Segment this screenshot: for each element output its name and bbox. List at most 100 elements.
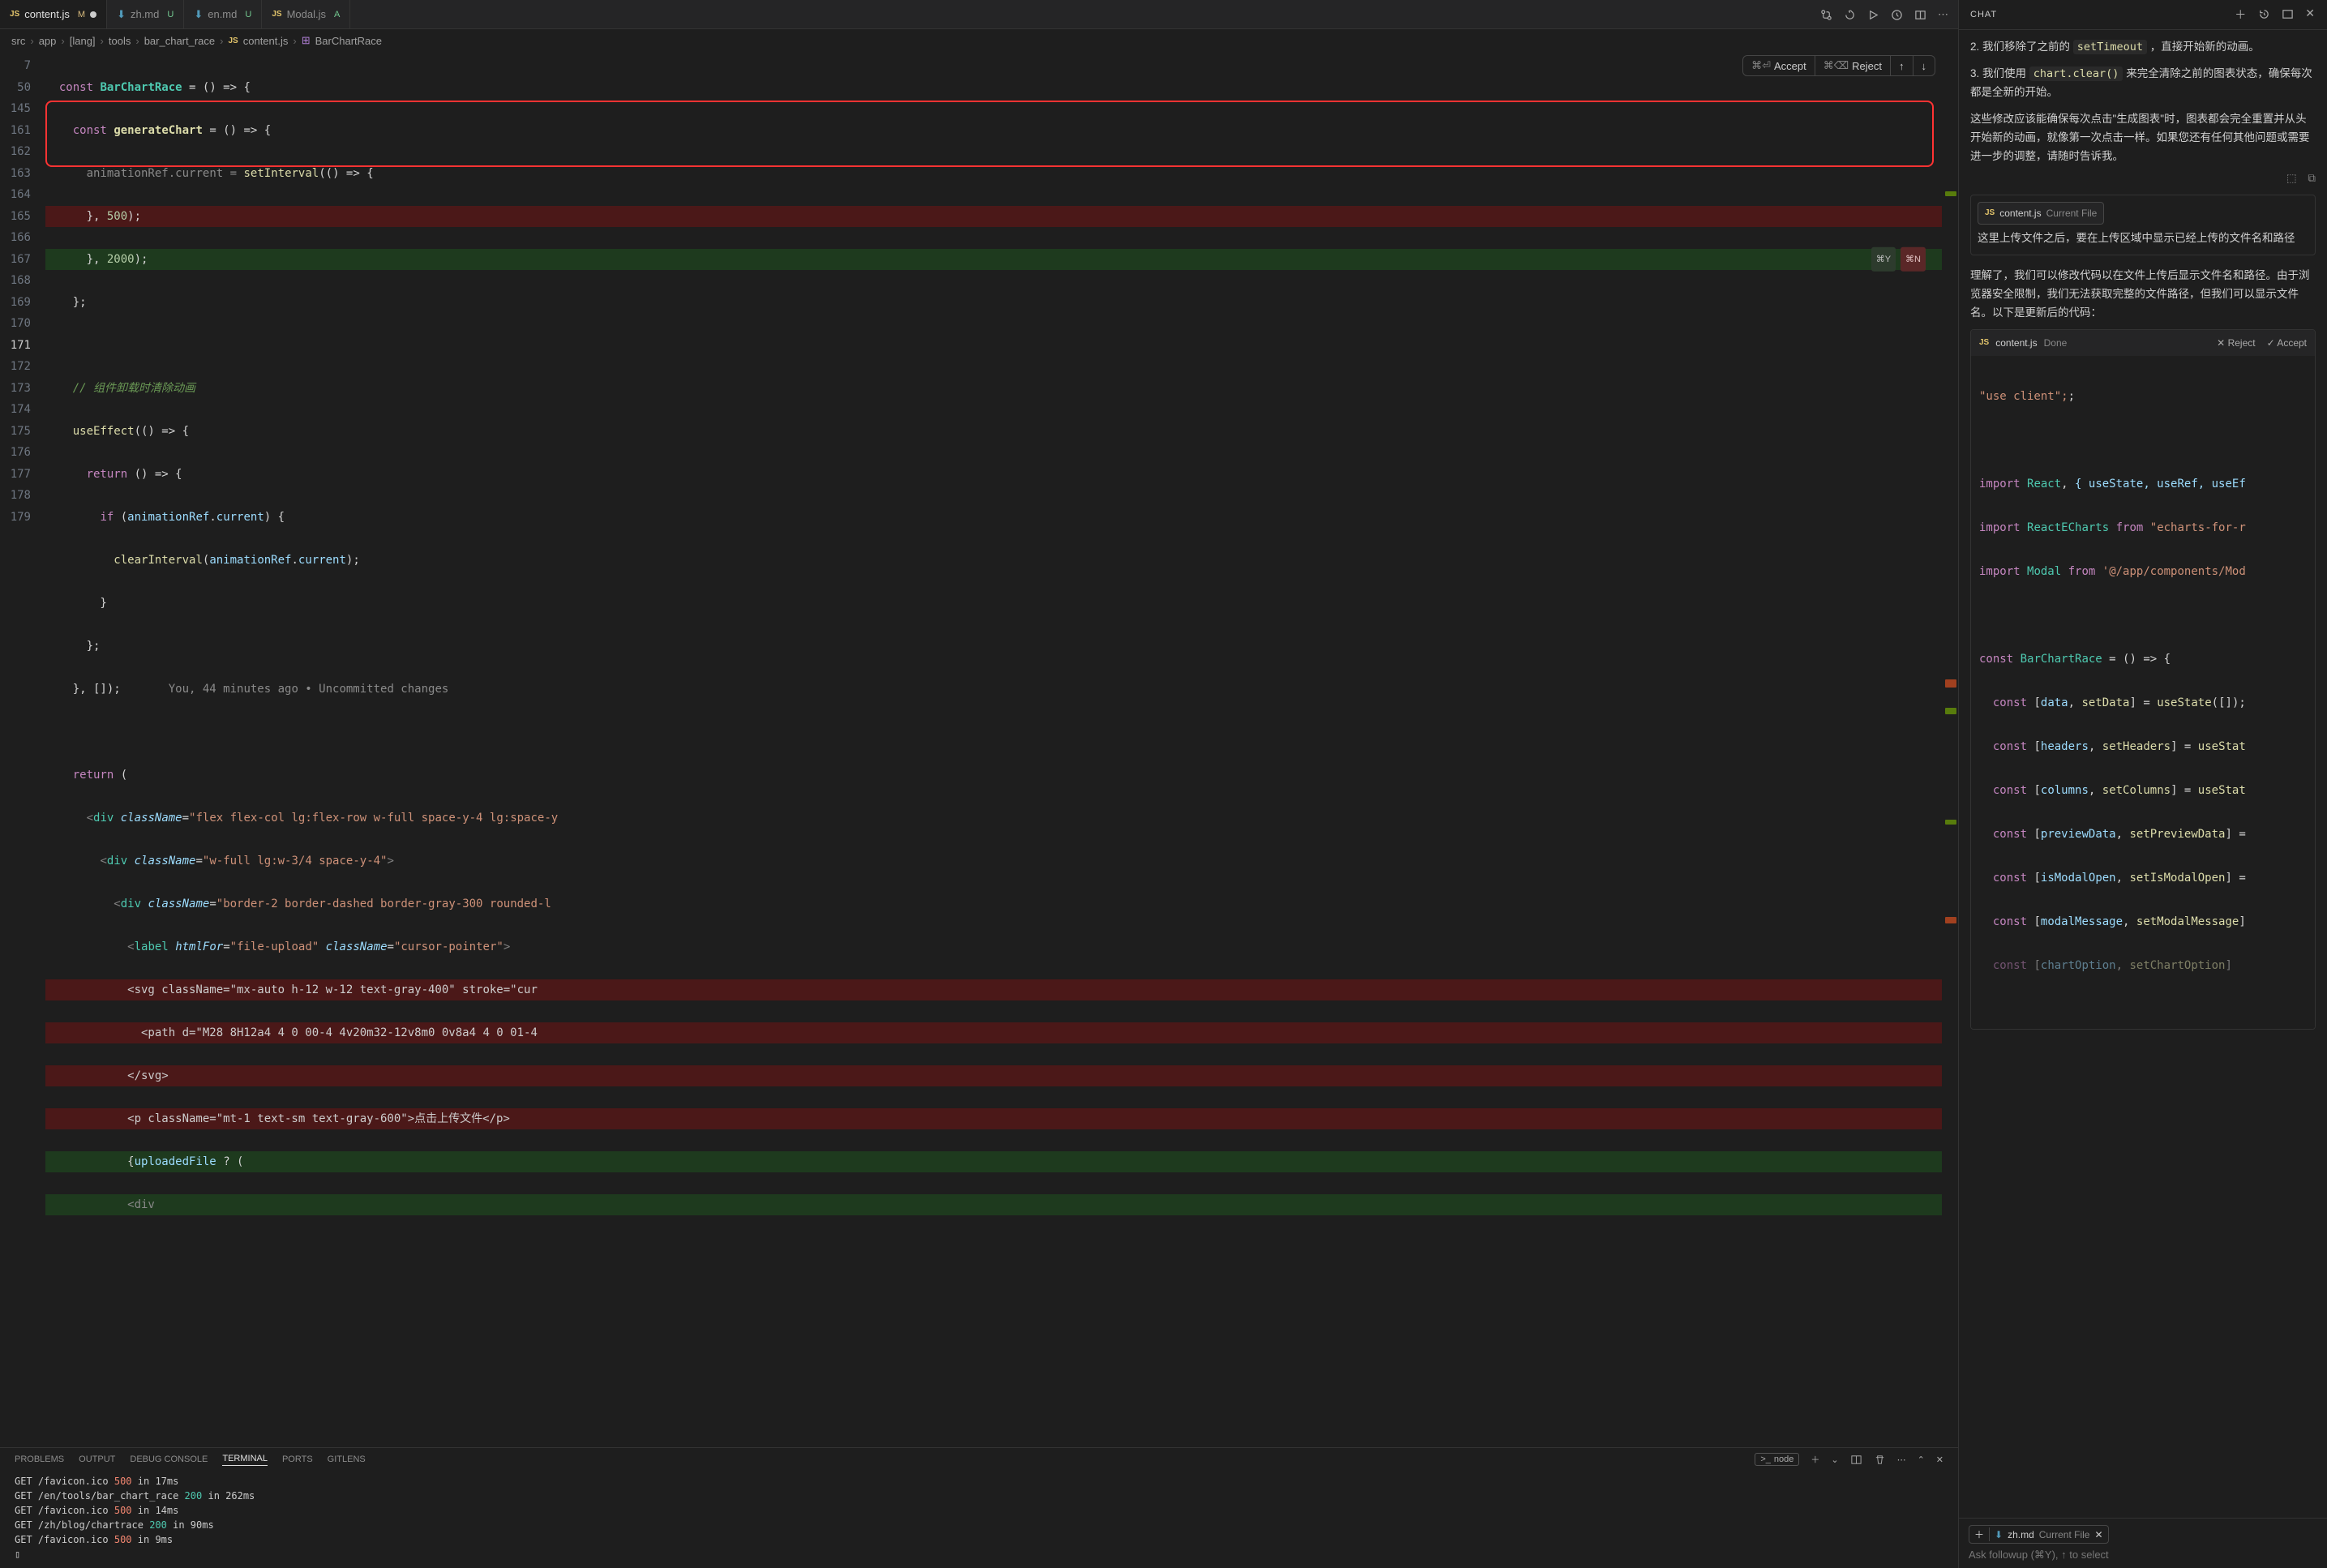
gutter: 750145 161162163164 165166167168 1691701… (0, 52, 45, 1447)
tab-modal-js[interactable]: JS Modal.js A (262, 0, 350, 28)
prev-diff-button[interactable]: ↑ (1890, 56, 1913, 75)
terminal-tab[interactable]: TERMINAL (222, 1454, 268, 1466)
chat-message: 2. 我们移除了之前的 setTimeout ，直接开始新的动画。 (1970, 38, 2316, 57)
tab-status: M (78, 10, 85, 19)
accept-button[interactable]: ⌘⏎Accept (1743, 56, 1815, 75)
crumb[interactable]: BarChartRace (315, 35, 382, 47)
git-blame-hint: You, 44 minutes ago • Uncommitted change… (169, 683, 449, 696)
terminal-cursor: ▯ (15, 1547, 1943, 1562)
chat-input[interactable]: Ask followup (⌘Y), ↑ to select (1969, 1549, 2317, 1562)
codebox-body[interactable]: "use client";; import React, { useState,… (1971, 356, 2315, 1029)
chat-message: 这些修改应该能确保每次点击"生成图表"时，图表都会完全重置并从头开始新的动画，就… (1970, 110, 2316, 166)
accept-button[interactable]: ✓ Accept (2267, 335, 2307, 351)
crumb[interactable]: app (39, 35, 57, 47)
code-suggestion-box: JS content.js Done ✕ Reject ✓ Accept "us… (1970, 329, 2316, 1030)
new-terminal-icon[interactable]: ＋ (1811, 1453, 1819, 1466)
split-terminal-icon[interactable] (1850, 1454, 1862, 1466)
terminal-line: GET /favicon.ico 500 in 9ms (15, 1532, 1943, 1547)
maximize-icon[interactable]: ⌃ (1918, 1454, 1925, 1465)
chevron-down-icon[interactable]: ⌄ (1831, 1454, 1838, 1465)
remove-context-icon[interactable]: ✕ (2094, 1529, 2102, 1540)
debug-console-tab[interactable]: DEBUG CONSOLE (130, 1454, 208, 1464)
close-panel-icon[interactable]: ✕ (1936, 1454, 1943, 1465)
crumb[interactable]: src (11, 35, 25, 47)
gitlens-tab[interactable]: GITLENS (328, 1454, 366, 1464)
tab-status: A (334, 10, 340, 19)
context-pill[interactable]: JScontent.jsCurrent File (1978, 202, 2104, 225)
window-icon[interactable] (2282, 6, 2294, 23)
md-icon: ⬇ (1995, 1529, 2003, 1540)
history-icon[interactable] (2258, 6, 2270, 23)
code-lines[interactable]: const BarChartRace = () => { const gener… (45, 52, 1958, 1447)
reject-button[interactable]: ⌘⌫Reject (1815, 56, 1890, 75)
tab-zh-md[interactable]: ⬇ zh.md U (107, 0, 184, 28)
js-icon: JS (272, 10, 281, 19)
modified-dot (90, 11, 96, 18)
chat-msg-actions: ⬚ ⧉ (1970, 169, 2316, 188)
tab-label: zh.md (131, 8, 159, 20)
codebox-status: Done (2044, 335, 2068, 351)
chat-panel: CHAT ＋ ✕ 2. 我们移除了之前的 setTimeout ，直接开始新的动… (1958, 0, 2327, 1568)
tab-status: U (167, 10, 174, 19)
tab-label: en.md (208, 8, 237, 20)
code-editor[interactable]: ⌘⏎Accept ⌘⌫Reject ↑ ↓ 750145 16116216316… (0, 52, 1958, 1447)
ports-tab[interactable]: PORTS (282, 1454, 313, 1464)
compare-changes-icon[interactable] (1820, 7, 1832, 20)
chat-body[interactable]: 2. 我们移除了之前的 setTimeout ，直接开始新的动画。 3. 我们使… (1959, 30, 2327, 1518)
js-icon: JS (229, 36, 238, 45)
crumb[interactable]: tools (109, 35, 131, 47)
editor-pane: JS content.js M ⬇ zh.md U ⬇ en.md U JS M… (0, 0, 1958, 1568)
chat-input-area: ＋ ⬇ zh.md Current File ✕ Ask followup (⌘… (1959, 1518, 2327, 1568)
reject-button[interactable]: ✕ Reject (2217, 335, 2255, 351)
clock-icon[interactable] (1891, 7, 1903, 20)
symbol-icon: ⊞ (302, 34, 311, 47)
more-icon[interactable]: ⋯ (1938, 8, 1948, 21)
terminal-output[interactable]: GET /favicon.ico 500 in 17ms GET /en/too… (0, 1471, 1958, 1568)
md-icon: ⬇ (117, 8, 126, 21)
context-pill[interactable]: ＋ ⬇ zh.md Current File ✕ (1969, 1525, 2109, 1544)
breadcrumb[interactable]: src› app› [lang]› tools› bar_chart_race›… (0, 29, 1958, 52)
more-icon[interactable]: ⋯ (1897, 1454, 1906, 1465)
run-icon[interactable] (1867, 7, 1879, 20)
tab-en-md[interactable]: ⬇ en.md U (184, 0, 262, 28)
copy-icon[interactable]: ⧉ (2308, 172, 2316, 184)
user-message-text: 这里上传文件之后，要在上传区域中显示已经上传的文件名和路径 (1978, 229, 2308, 248)
user-message-box: JScontent.jsCurrent File 这里上传文件之后，要在上传区域… (1970, 195, 2316, 255)
minimap[interactable] (1942, 52, 1958, 1447)
discard-icon[interactable] (1844, 7, 1856, 20)
inline-diff-badges: ⌘Y ⌘N (1871, 247, 1926, 272)
output-tab[interactable]: OUTPUT (79, 1454, 115, 1464)
diff-action-bar: ⌘⏎Accept ⌘⌫Reject ↑ ↓ (1742, 55, 1935, 76)
chat-title: CHAT (1970, 10, 1997, 19)
terminal-line: GET /en/tools/bar_chart_race 200 in 262m… (15, 1489, 1943, 1503)
tab-content-js[interactable]: JS content.js M (0, 0, 107, 28)
close-icon[interactable]: ✕ (2305, 6, 2316, 23)
codebox-filename[interactable]: content.js (1995, 335, 2037, 351)
editor-toolbar: ⋯ (1820, 7, 1958, 20)
chat-message: 理解了，我们可以修改代码以在文件上传后显示文件名和路径。由于浏览器安全限制，我们… (1970, 267, 2316, 323)
split-editor-icon[interactable] (1914, 7, 1926, 20)
add-context-icon[interactable]: ＋ (1974, 1527, 1990, 1541)
crumb[interactable]: bar_chart_race (144, 35, 215, 47)
next-diff-button[interactable]: ↓ (1913, 56, 1935, 75)
new-chat-icon[interactable]: ＋ (2235, 6, 2247, 23)
crumb[interactable]: [lang] (70, 35, 96, 47)
cube-icon[interactable]: ⬚ (2286, 172, 2297, 184)
terminal-line: GET /zh/blog/chartrace 200 in 90ms (15, 1518, 1943, 1532)
chat-header: CHAT ＋ ✕ (1959, 0, 2327, 30)
terminal-line: GET /favicon.ico 500 in 17ms (15, 1474, 1943, 1489)
js-icon: JS (1979, 336, 1989, 349)
tab-bar: JS content.js M ⬇ zh.md U ⬇ en.md U JS M… (0, 0, 1958, 29)
trash-icon[interactable] (1874, 1454, 1886, 1466)
md-icon: ⬇ (194, 8, 203, 21)
js-icon: JS (10, 10, 19, 19)
problems-tab[interactable]: PROBLEMS (15, 1454, 64, 1464)
panel-tabs: PROBLEMS OUTPUT DEBUG CONSOLE TERMINAL P… (0, 1447, 1958, 1471)
reject-key-badge[interactable]: ⌘N (1901, 247, 1926, 272)
tab-status: U (245, 10, 251, 19)
terminal-selector[interactable]: >_ node (1755, 1453, 1799, 1466)
accept-key-badge[interactable]: ⌘Y (1871, 247, 1896, 272)
chat-message: 3. 我们使用 chart.clear() 来完全清除之前的图表状态，确保每次都… (1970, 65, 2316, 102)
crumb[interactable]: content.js (243, 35, 289, 47)
tab-label: Modal.js (287, 8, 326, 20)
